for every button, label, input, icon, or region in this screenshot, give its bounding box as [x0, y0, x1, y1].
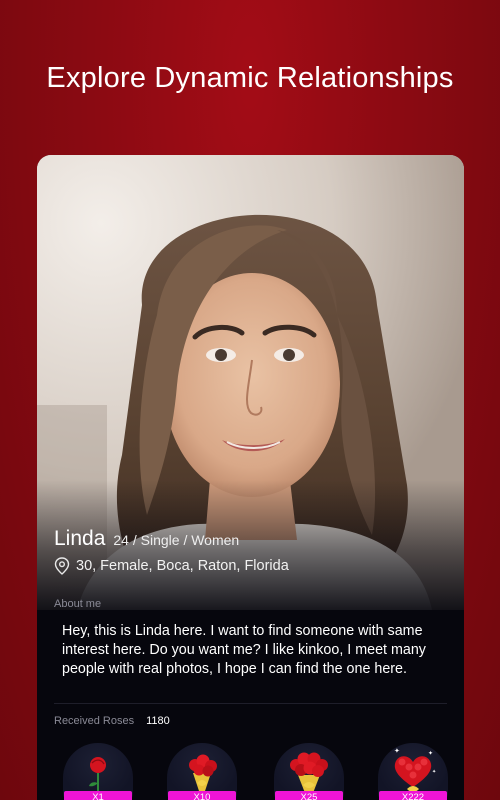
svg-text:✦: ✦ [394, 747, 400, 755]
profile-location: 30, Female, Boca, Raton, Florida [76, 558, 289, 574]
gift-rose-x222-label: X222 [379, 791, 447, 800]
about-me-text: Hey, this is Linda here. I want to find … [62, 623, 426, 677]
gift-rose-x25-label: X25 [275, 791, 343, 800]
gift-rose-x10-label: X10 [168, 791, 236, 800]
received-roses-count: 1180 [146, 715, 170, 727]
profile-meta: 24 / Single / Women [113, 532, 240, 548]
about-me-label: About me [54, 598, 102, 610]
svg-text:✦: ✦ [428, 750, 433, 757]
section-divider [54, 703, 447, 704]
profile-name-row: Linda 24 / Single / Women [54, 527, 239, 551]
gift-rose-x10[interactable]: X10 [167, 743, 237, 800]
gift-rose-x222[interactable]: ✦ ✦ ✦ X222 [378, 743, 448, 800]
profile-location-row: 30, Female, Boca, Raton, Florida [54, 557, 289, 575]
page-headline: Explore Dynamic Relationships [46, 62, 454, 94]
received-roses-label: Received Roses [54, 715, 135, 727]
profile-card[interactable]: Linda 24 / Single / Women 30, Female, Bo… [37, 155, 464, 800]
rose-gift-list: X1 X10 X25 ✦ ✦ ✦ X222 [37, 743, 464, 800]
gift-rose-x25[interactable]: X25 [274, 743, 344, 800]
location-pin-icon [54, 557, 70, 575]
gift-rose-x1-label: X1 [64, 791, 132, 800]
gift-rose-x1[interactable]: X1 [63, 743, 133, 800]
received-roses-row: Received Roses 1180 [54, 715, 170, 727]
profile-name: Linda [54, 527, 106, 550]
svg-text:✦: ✦ [432, 769, 436, 775]
